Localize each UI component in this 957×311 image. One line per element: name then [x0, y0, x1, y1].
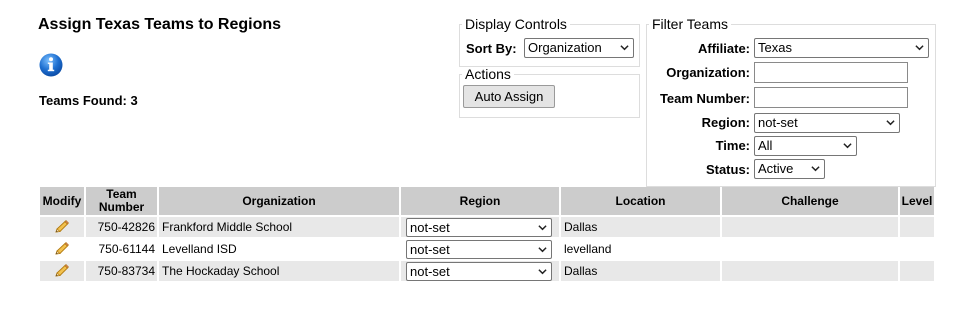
region-cell: not-set: [401, 217, 559, 237]
table-row: 750-42826 Frankford Middle School not-set D…: [40, 217, 934, 237]
affiliate-select[interactable]: Texas: [754, 38, 929, 58]
chevron-down-icon: [538, 224, 547, 230]
info-icon[interactable]: [39, 53, 63, 77]
region-select-value: not-set: [410, 263, 450, 279]
column-header-location: Location: [561, 187, 720, 215]
organization-cell: Frankford Middle School: [159, 217, 399, 237]
region-filter-value: not-set: [758, 115, 798, 130]
teams-found-label: Teams Found:: [39, 93, 127, 108]
level-cell: [900, 217, 934, 237]
team-number-label: Team Number:: [659, 91, 750, 106]
organization-label: Organization:: [666, 65, 750, 80]
region-select[interactable]: not-set: [406, 239, 552, 259]
organization-input[interactable]: [754, 62, 908, 83]
edit-pencil-icon[interactable]: [54, 220, 70, 234]
chevron-down-icon: [811, 166, 820, 172]
column-header-level: Level: [900, 187, 934, 215]
teams-table: Modify Team Number Organization Region L…: [38, 185, 936, 283]
region-cell: not-set: [401, 239, 559, 259]
sort-by-select[interactable]: Organization: [524, 38, 634, 58]
time-value: All: [758, 138, 773, 153]
time-select[interactable]: All: [754, 136, 857, 156]
edit-pencil-icon[interactable]: [54, 264, 70, 278]
modify-cell: [40, 217, 84, 237]
auto-assign-button[interactable]: Auto Assign: [463, 85, 555, 108]
challenge-cell: [722, 261, 898, 281]
column-header-region: Region: [401, 187, 559, 215]
display-controls-legend: Display Controls: [465, 16, 567, 32]
table-row: 750-83734 The Hockaday School not-set Dalla…: [40, 261, 934, 281]
location-cell: levelland: [561, 239, 720, 259]
region-cell: not-set: [401, 261, 559, 281]
region-select[interactable]: not-set: [406, 261, 552, 281]
time-label: Time:: [715, 138, 750, 153]
level-cell: [900, 239, 934, 259]
team-number-header-line1: Team: [106, 187, 137, 201]
challenge-cell: [722, 217, 898, 237]
column-header-organization: Organization: [159, 187, 399, 215]
status-value: Active: [758, 161, 794, 176]
affiliate-label: Affiliate:: [698, 41, 750, 56]
team-number-cell: 750-83734: [86, 261, 157, 281]
status-label: Status:: [705, 162, 750, 177]
teams-found-count: 3: [130, 93, 138, 108]
location-cell: Dallas: [561, 261, 720, 281]
team-number-cell: 750-42826: [86, 217, 157, 237]
chevron-down-icon: [620, 45, 629, 51]
chevron-down-icon: [886, 120, 895, 126]
challenge-cell: [722, 239, 898, 259]
team-number-input[interactable]: [754, 87, 908, 108]
table-header-row: Modify Team Number Organization Region L…: [40, 187, 934, 215]
actions-legend: Actions: [465, 66, 511, 82]
region-filter-select[interactable]: not-set: [754, 113, 900, 133]
region-filter-label: Region:: [701, 115, 750, 130]
status-select[interactable]: Active: [754, 159, 825, 179]
chevron-down-icon: [915, 45, 924, 51]
sort-by-label: Sort By:: [466, 41, 517, 56]
page-title: Assign Texas Teams to Regions: [38, 16, 282, 33]
chevron-down-icon: [538, 246, 547, 252]
table-row: 750-61144 Levelland ISD not-set levelland: [40, 239, 934, 259]
chevron-down-icon: [843, 143, 852, 149]
column-header-team-number: Team Number: [86, 187, 157, 215]
affiliate-value: Texas: [758, 40, 792, 55]
teams-found: Teams Found: 3: [39, 93, 138, 108]
region-select[interactable]: not-set: [406, 217, 552, 237]
region-select-value: not-set: [410, 219, 450, 235]
sort-by-value: Organization: [528, 40, 602, 55]
level-cell: [900, 261, 934, 281]
modify-cell: [40, 239, 84, 259]
column-header-modify: Modify: [40, 187, 84, 215]
team-number-header-line2: Number: [98, 200, 145, 214]
column-header-challenge: Challenge: [722, 187, 898, 215]
filter-teams-legend: Filter Teams: [652, 16, 728, 32]
organization-cell: The Hockaday School: [159, 261, 399, 281]
edit-pencil-icon[interactable]: [54, 242, 70, 256]
region-select-value: not-set: [410, 241, 450, 257]
location-cell: Dallas: [561, 217, 720, 237]
chevron-down-icon: [538, 268, 547, 274]
modify-cell: [40, 261, 84, 281]
team-number-cell: 750-61144: [86, 239, 157, 259]
organization-cell: Levelland ISD: [159, 239, 399, 259]
